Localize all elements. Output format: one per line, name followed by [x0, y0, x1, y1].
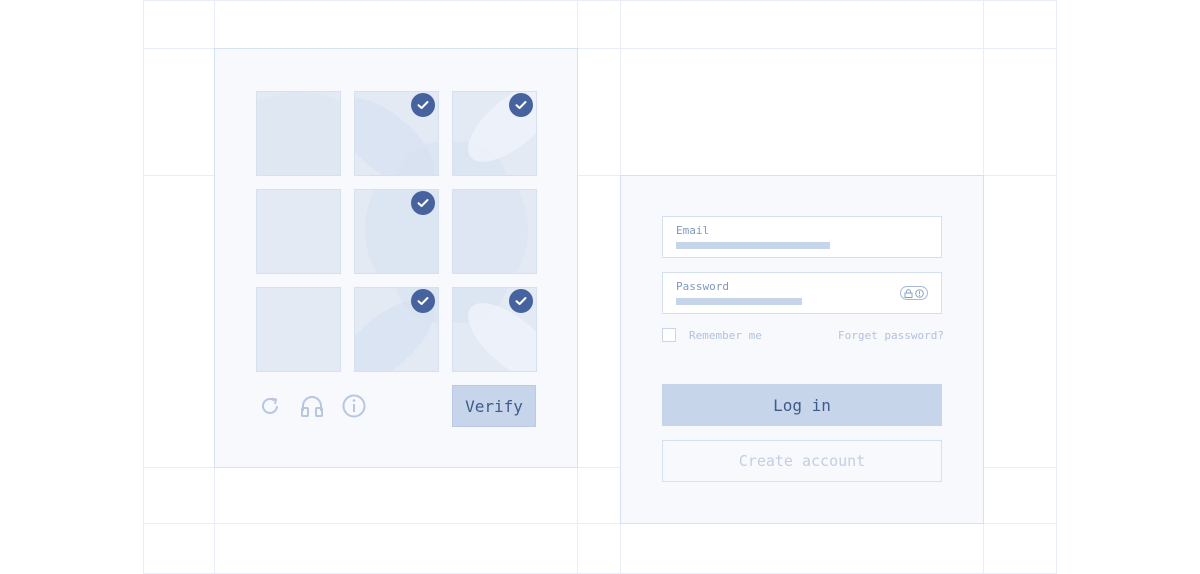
email-label: Email: [676, 224, 710, 237]
checkmark-icon: [411, 289, 435, 313]
login-button[interactable]: Log in: [662, 384, 942, 426]
checkmark-icon: [509, 289, 533, 313]
password-label: Password: [676, 280, 729, 293]
tile-image: [257, 92, 340, 175]
grid-line: [1056, 0, 1057, 574]
tile-image: [257, 288, 341, 372]
email-value-placeholder-bar: [676, 242, 830, 249]
checkmark-icon: [411, 191, 435, 215]
password-field[interactable]: Password: [662, 272, 942, 314]
captcha-tile-r3c1[interactable]: [256, 287, 341, 372]
captcha-tile-r1c1[interactable]: [256, 91, 341, 176]
tile-image: [453, 190, 528, 273]
captcha-tile-r2c1[interactable]: [256, 189, 341, 274]
forgot-password-link[interactable]: Forget password?: [838, 329, 944, 342]
checkmark-icon: [509, 93, 533, 117]
checkmark-icon: [411, 93, 435, 117]
grid-line: [143, 0, 144, 574]
alert-icon: [915, 288, 924, 298]
password-value-placeholder-bar: [676, 298, 802, 305]
refresh-icon[interactable]: [257, 393, 283, 419]
password-lock-icon[interactable]: [900, 286, 928, 300]
lock-icon: [904, 288, 913, 298]
grid-line: [143, 0, 1057, 1]
create-account-button[interactable]: Create account: [662, 440, 942, 482]
email-field[interactable]: Email: [662, 216, 942, 258]
remember-me-label: Remember me: [689, 329, 762, 342]
verify-button[interactable]: Verify: [452, 385, 536, 427]
headphones-icon[interactable]: [299, 393, 325, 419]
remember-me-checkbox[interactable]: [662, 328, 676, 342]
info-icon[interactable]: [341, 393, 367, 419]
tile-image: [257, 190, 341, 274]
captcha-tile-r2c3[interactable]: [452, 189, 537, 274]
